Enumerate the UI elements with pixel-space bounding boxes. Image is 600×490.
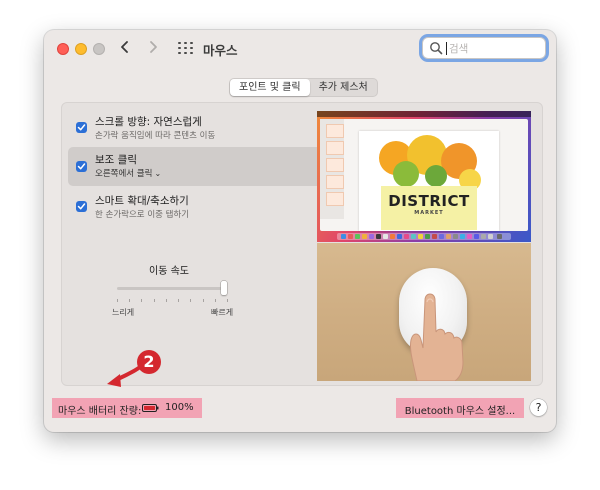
- slide-canvas: DISTRICT MARKET: [359, 131, 499, 231]
- slider-tick: [178, 299, 179, 302]
- secondary-click-popup[interactable]: 오른쪽에서 클릭 ⌄: [95, 167, 161, 179]
- slider-tick: [117, 299, 118, 302]
- bluetooth-mouse-setup-button[interactable]: Bluetooth 마우스 설정...: [396, 398, 524, 418]
- checkmark-icon: [77, 203, 86, 210]
- slider-tick: [154, 299, 155, 302]
- slider-tick: [215, 299, 216, 302]
- chevron-right-icon: [150, 41, 157, 53]
- battery-icon: [142, 404, 159, 412]
- slider-tick: [227, 299, 228, 302]
- bluetooth-button-label: Bluetooth 마우스 설정...: [404, 406, 516, 417]
- option-secondary-click[interactable]: 보조 클릭 오른쪽에서 클릭 ⌄: [68, 147, 330, 186]
- settings-panel: 스크롤 방향: 자연스럽게 손가락 움직임에 따라 콘텐츠 이동 보조 클릭 오…: [61, 102, 543, 386]
- close-button[interactable]: [57, 43, 69, 55]
- option-smart-zoom[interactable]: 스마트 확대/축소하기 한 손가락으로 이중 탭하기: [68, 189, 330, 223]
- slide-title: DISTRICT: [388, 192, 470, 210]
- slider-tick: [141, 299, 142, 302]
- checkmark-icon: [77, 163, 86, 170]
- slider-tick: [129, 299, 130, 302]
- district-market-banner: DISTRICT MARKET: [381, 186, 477, 230]
- slider-tick: [190, 299, 191, 302]
- search-field[interactable]: 검색: [422, 37, 546, 59]
- magnifier-icon: [430, 42, 443, 55]
- smart-zoom-checkbox[interactable]: [76, 201, 87, 212]
- help-button[interactable]: ?: [530, 399, 547, 416]
- zoom-button[interactable]: [93, 43, 105, 55]
- secondary-click-checkbox[interactable]: [76, 161, 87, 172]
- slide-navigator: [320, 119, 344, 219]
- option-subtitle: 손가락 움직임에 따라 콘텐츠 이동: [95, 131, 216, 141]
- option-title: 보조 클릭: [95, 154, 137, 166]
- text-caret: [446, 42, 447, 55]
- option-title: 스마트 확대/축소하기: [95, 195, 189, 207]
- minimize-button[interactable]: [75, 43, 87, 55]
- gesture-preview-video: DISTRICT MARKET: [317, 111, 531, 381]
- battery-status: 마우스 배터리 잔량: 100%: [52, 398, 202, 418]
- tracking-speed-label: 이동 속도: [149, 266, 189, 277]
- annotation-badge: 2: [137, 350, 161, 374]
- tab-bar: 포인트 및 클릭 추가 제스처: [229, 78, 378, 97]
- menu-bar: [317, 111, 531, 117]
- window-title: 마우스: [203, 43, 238, 58]
- battery-percent: 100%: [165, 402, 194, 413]
- forward-button[interactable]: [148, 39, 164, 59]
- tracking-speed-thumb[interactable]: [221, 281, 227, 295]
- slider-tick: [203, 299, 204, 302]
- tab-more-gestures[interactable]: 추가 제스처: [310, 79, 377, 96]
- tab-point-and-click[interactable]: 포인트 및 클릭: [230, 79, 310, 96]
- slow-label: 느리게: [112, 308, 135, 317]
- option-scroll-direction[interactable]: 스크롤 방향: 자연스럽게 손가락 움직임에 따라 콘텐츠 이동: [68, 110, 330, 144]
- chevron-left-icon: [121, 41, 128, 53]
- show-all-grid-icon[interactable]: [178, 42, 193, 54]
- back-button[interactable]: [120, 39, 136, 59]
- preview-desktop: DISTRICT MARKET: [317, 111, 531, 242]
- scroll-direction-checkbox[interactable]: [76, 122, 87, 133]
- battery-label: 마우스 배터리 잔량:: [58, 406, 142, 417]
- popup-value: 오른쪽에서 클릭: [95, 169, 153, 179]
- option-title: 스크롤 방향: 자연스럽게: [95, 116, 202, 128]
- bottom-bar: 마우스 배터리 잔량: 100% Bluetooth 마우스 설정... ?: [44, 393, 556, 423]
- tracking-speed-track[interactable]: [117, 287, 227, 290]
- search-placeholder: 검색: [449, 43, 469, 55]
- option-subtitle: 한 손가락으로 이중 탭하기: [95, 210, 190, 220]
- fast-label: 빠르게: [211, 308, 234, 317]
- title-bar: 마우스 검색: [44, 30, 556, 68]
- slider-tick: [166, 299, 167, 302]
- checkmark-icon: [77, 124, 86, 131]
- hand-illustration: [410, 293, 464, 381]
- chevron-down-icon: ⌄: [154, 169, 162, 178]
- slide-subtitle: MARKET: [414, 210, 444, 216]
